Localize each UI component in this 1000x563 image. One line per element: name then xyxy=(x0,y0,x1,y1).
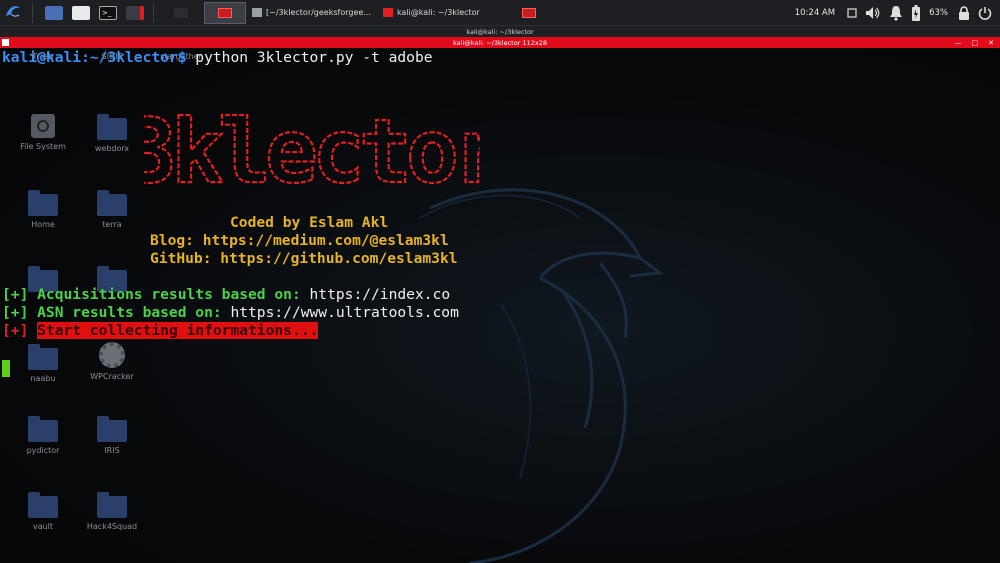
command-line: kali@kali:~/3klector$ python 3klector.py… xyxy=(2,49,433,67)
github-line: GitHub: https://github.com/eslam3kl xyxy=(150,250,458,267)
shell-prompt: kali@kali:~/3klector$ xyxy=(2,49,187,66)
desktop-icon xyxy=(45,5,63,20)
task-label: [~/3klector/geeksforgee... xyxy=(266,8,371,17)
workspace-thumb-icon xyxy=(521,7,536,18)
terminal-cursor xyxy=(2,360,10,377)
workspace-2[interactable] xyxy=(204,1,246,24)
minimize-icon[interactable]: — xyxy=(955,39,962,47)
terminal-title: kali@kali: ~/3klector 112x28 xyxy=(453,38,547,47)
acquisitions-url: https://index.co xyxy=(300,286,451,303)
taskbar: >_ [~/3klector/geeksforgee... kali@kali:… xyxy=(0,0,1000,26)
power-icon[interactable] xyxy=(978,6,992,20)
acquisitions-label: [+] Acquisitions results based on: xyxy=(2,286,301,303)
document-icon xyxy=(252,8,262,17)
status-text: Start collecting informations... xyxy=(37,322,319,339)
battery-icon[interactable] xyxy=(911,4,921,22)
workspace-3[interactable] xyxy=(508,2,550,24)
close-icon[interactable]: ✕ xyxy=(988,39,994,47)
file-manager-button[interactable] xyxy=(69,3,93,23)
workspace-1[interactable] xyxy=(160,2,202,24)
blog-line: Blog: https://medium.com/@eslam3kl xyxy=(150,232,449,249)
acquisitions-line: [+] Acquisitions results based on: https… xyxy=(2,286,450,304)
battery-percentage: 63% xyxy=(929,8,948,18)
task-editor[interactable]: [~/3klector/geeksforgee... xyxy=(248,2,375,24)
tool-banner-logo: 3klector xyxy=(144,99,480,198)
asn-label: [+] ASN results based on: xyxy=(2,304,222,321)
clock[interactable]: 10:24 AM xyxy=(795,8,835,18)
terminal-body[interactable]: kali@kali:~/3klector$ python 3klector.py… xyxy=(0,48,1000,563)
terminal-titlebar[interactable]: kali@kali: ~/3klector 112x28 — □ ✕ xyxy=(0,37,1000,48)
command-text: python 3klector.py -t adobe xyxy=(186,49,433,66)
terminal-icon: >_ xyxy=(99,5,117,20)
maximize-icon[interactable]: □ xyxy=(972,39,979,47)
asn-url: https://www.ultratools.com xyxy=(221,304,459,321)
notification-bell-icon[interactable] xyxy=(889,5,903,21)
lock-icon[interactable] xyxy=(958,5,970,21)
workspace-thumb-icon xyxy=(174,7,188,18)
kali-dragon-icon xyxy=(4,2,22,24)
coded-by-line: Coded by Eslam Akl xyxy=(230,214,389,231)
task-terminal[interactable]: kali@kali: ~/3klector xyxy=(379,2,484,24)
terminal-app-icon xyxy=(2,39,9,46)
kali-menu-button[interactable] xyxy=(0,0,26,26)
status-line: [+] Start collecting informations... xyxy=(2,322,319,340)
camera-icon xyxy=(126,5,144,20)
terminal-outer-titlebar[interactable]: kali@kali: ~/3klector xyxy=(0,26,1000,37)
screen-recorder-button[interactable] xyxy=(123,3,147,23)
status-prefix: [+] xyxy=(2,322,29,339)
terminal-outer-title: kali@kali: ~/3klector xyxy=(466,27,534,36)
volume-icon[interactable] xyxy=(865,6,881,20)
task-label: kali@kali: ~/3klector xyxy=(396,8,480,17)
svg-text:3klector: 3klector xyxy=(144,100,480,198)
asn-line: [+] ASN results based on: https://www.ul… xyxy=(2,304,459,322)
folder-icon xyxy=(72,5,90,20)
workspace-thumb-icon xyxy=(218,7,232,18)
terminal-red-icon xyxy=(382,8,393,17)
terminal-launcher-button[interactable]: >_ xyxy=(96,3,120,23)
window-icon[interactable] xyxy=(847,8,857,18)
show-desktop-button[interactable] xyxy=(42,3,66,23)
